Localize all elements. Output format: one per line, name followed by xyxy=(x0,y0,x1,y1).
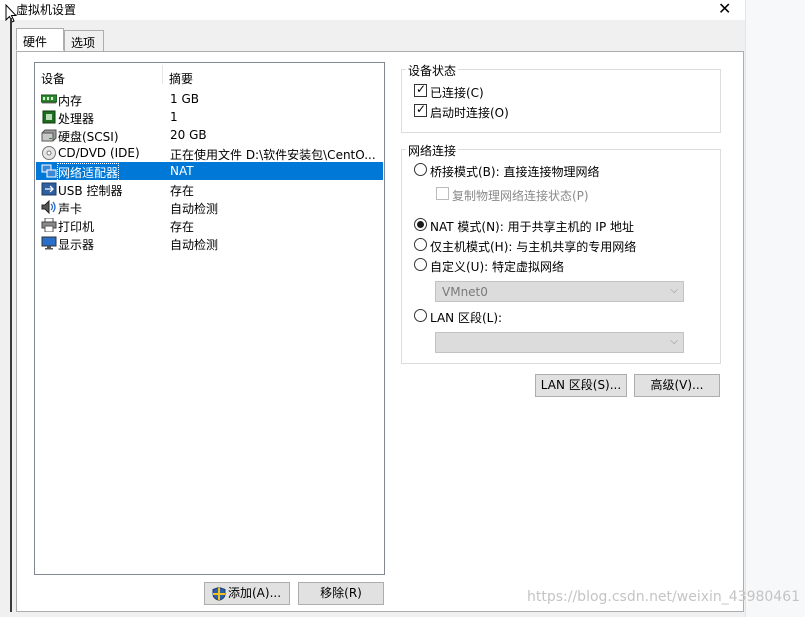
device-summary: NAT xyxy=(170,164,194,178)
custom-radio[interactable] xyxy=(414,258,427,271)
lan-segments-button[interactable]: LAN 区段(S)... xyxy=(535,374,627,397)
shield-icon xyxy=(212,587,226,601)
memory-icon xyxy=(41,94,57,104)
custom-network-select[interactable]: VMnet0 ⌵ xyxy=(435,281,684,302)
custom-label[interactable]: 自定义(U): 特定虚拟网络 xyxy=(430,258,564,275)
display-icon xyxy=(41,236,57,250)
replicate-state-checkbox[interactable] xyxy=(436,187,449,200)
title-bar: 虚拟机设置 ✕ xyxy=(0,0,745,20)
device-name: 显示器 xyxy=(58,238,95,252)
network-adapter-icon xyxy=(41,164,57,178)
device-name: 处理器 xyxy=(58,112,95,126)
device-summary: 存在 xyxy=(170,184,195,198)
chevron-down-icon: ⌵ xyxy=(670,285,678,296)
sound-icon xyxy=(41,200,56,214)
device-name: 内存 xyxy=(58,94,83,108)
lan-segment-label[interactable]: LAN 区段(L): xyxy=(430,309,502,326)
device-row-processor[interactable]: 处理器 1 xyxy=(36,108,383,126)
connected-checkbox[interactable]: ✓ xyxy=(414,82,427,97)
checkmark-icon: ✓ xyxy=(416,82,427,96)
device-row-network-adapter[interactable]: 网络适配器 NAT xyxy=(36,162,383,182)
add-button[interactable]: 添加(A)... xyxy=(204,582,290,605)
nat-label[interactable]: NAT 模式(N): 用于共享主机的 IP 地址 xyxy=(430,218,634,235)
watermark: https://blog.csdn.net/weixin_43980461 xyxy=(527,589,801,605)
column-header-device[interactable]: 设备 xyxy=(41,70,65,87)
device-row-memory[interactable]: 内存 1 GB xyxy=(36,90,383,108)
device-row-usb[interactable]: USB 控制器 存在 xyxy=(36,180,383,198)
lan-segment-select[interactable]: ⌵ xyxy=(435,332,684,353)
nat-radio[interactable] xyxy=(414,218,427,231)
device-name: 打印机 xyxy=(58,220,95,234)
network-connection-label: 网络连接 xyxy=(406,142,459,159)
connect-at-power-on-checkbox[interactable]: ✓ xyxy=(414,102,427,117)
device-summary: 正在使用文件 D:\软件安装包\CentO... xyxy=(170,148,376,162)
background-panel xyxy=(745,0,805,617)
host-only-label[interactable]: 仅主机模式(H): 与主机共享的专用网络 xyxy=(430,238,636,255)
connected-label[interactable]: 已连接(C) xyxy=(430,84,484,101)
window-title: 虚拟机设置 xyxy=(16,3,77,17)
device-row-display[interactable]: 显示器 自动检测 xyxy=(36,234,383,252)
device-row-harddisk[interactable]: 硬盘(SCSI) 20 GB xyxy=(36,126,383,144)
checkmark-icon: ✓ xyxy=(416,102,427,116)
lan-segment-radio[interactable] xyxy=(414,309,427,322)
add-button-label: 添加(A)... xyxy=(228,586,282,600)
device-summary: 1 GB xyxy=(170,92,199,106)
chevron-down-icon: ⌵ xyxy=(670,336,678,347)
window-left-border xyxy=(10,18,12,612)
bridged-radio[interactable] xyxy=(414,163,427,176)
remove-button[interactable]: 移除(R) xyxy=(298,582,384,605)
column-header-summary[interactable]: 摘要 xyxy=(169,70,193,87)
device-name: USB 控制器 xyxy=(58,184,123,198)
radio-dot-icon xyxy=(417,221,424,228)
processor-icon xyxy=(42,110,56,124)
host-only-radio[interactable] xyxy=(414,238,427,251)
close-icon[interactable]: ✕ xyxy=(718,0,731,19)
device-summary: 20 GB xyxy=(170,128,207,142)
device-summary: 1 xyxy=(170,110,178,124)
advanced-button[interactable]: 高级(V)... xyxy=(634,374,720,397)
tab-options[interactable]: 选项 xyxy=(64,30,104,52)
device-list[interactable]: 设备 摘要 内存 1 GB 处理器 1 硬盘(SCSI) 20 GB CD/DV… xyxy=(34,62,385,575)
device-row-cd-dvd[interactable]: CD/DVD (IDE) 正在使用文件 D:\软件安装包\CentO... xyxy=(36,144,383,162)
device-summary: 自动检测 xyxy=(170,202,219,216)
device-status-label: 设备状态 xyxy=(406,62,459,79)
custom-network-value: VMnet0 xyxy=(442,285,488,299)
harddisk-icon xyxy=(41,129,57,142)
device-name: CD/DVD (IDE) xyxy=(58,146,140,160)
device-summary: 存在 xyxy=(170,220,195,234)
replicate-state-label[interactable]: 复制物理网络连接状态(P) xyxy=(452,187,589,204)
tab-hardware[interactable]: 硬件 xyxy=(16,28,64,51)
device-row-printer[interactable]: 打印机 存在 xyxy=(36,216,383,234)
device-name: 声卡 xyxy=(58,202,83,216)
device-name: 硬盘(SCSI) xyxy=(58,130,119,144)
connect-at-power-on-label[interactable]: 启动时连接(O) xyxy=(430,104,509,121)
column-divider[interactable] xyxy=(162,65,163,84)
vm-settings-window: 虚拟机设置 ✕ 硬件 选项 设备 摘要 内存 1 GB 处理器 1 硬盘(SCS… xyxy=(0,0,745,617)
device-list-header: 设备 摘要 xyxy=(35,63,384,87)
printer-icon xyxy=(41,218,57,232)
bridged-label[interactable]: 桥接模式(B): 直接连接物理网络 xyxy=(430,163,599,180)
usb-icon xyxy=(41,182,57,196)
device-row-sound[interactable]: 声卡 自动检测 xyxy=(36,198,383,216)
cd-dvd-icon xyxy=(42,146,56,160)
device-summary: 自动检测 xyxy=(170,238,219,252)
device-name: 网络适配器 xyxy=(56,163,120,182)
